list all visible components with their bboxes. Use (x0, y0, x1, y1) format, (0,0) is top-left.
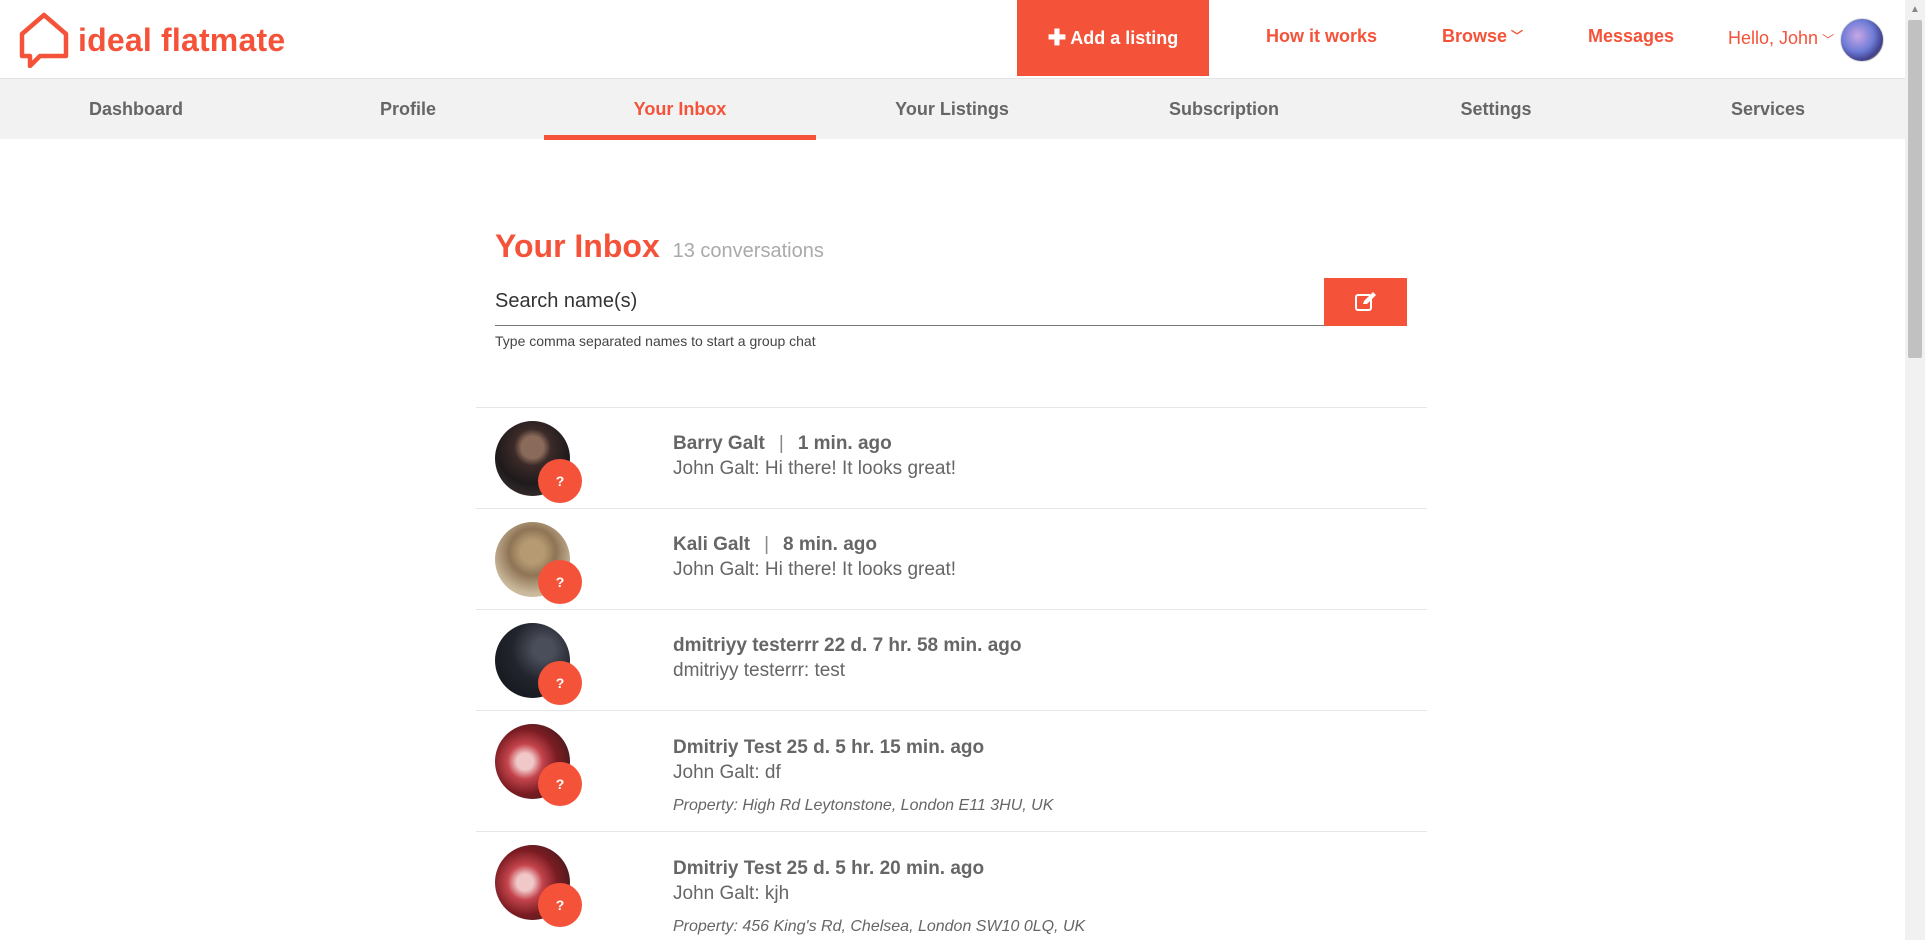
message-time: 1 min. ago (797, 433, 892, 454)
conversation-header: Dmitriy Test 25 d. 5 hr. 15 min. ago (673, 737, 984, 759)
sender-name: dmitriyy testerrr 22 d. 7 hr. 58 min. ag… (673, 635, 1022, 656)
tab-dashboard[interactable]: Dashboard (0, 79, 272, 140)
tab-services[interactable]: Services (1632, 79, 1904, 140)
page-scrollbar[interactable]: ▲ (1905, 0, 1925, 940)
unknown-status-badge: ? (538, 459, 582, 503)
conversation-header: Barry Galt | 1 min. ago (673, 433, 892, 455)
tab-your-inbox[interactable]: Your Inbox (544, 79, 816, 140)
nav-browse-label: Browse (1442, 26, 1508, 46)
tab-label: Your Inbox (633, 99, 727, 119)
tab-label: Subscription (1168, 99, 1279, 119)
nav-messages-label: Messages (1588, 26, 1675, 46)
nav-messages[interactable]: Messages (1588, 26, 1674, 47)
conversation-header: dmitriyy testerrr 22 d. 7 hr. 58 min. ag… (673, 635, 1021, 657)
unknown-status-badge: ? (538, 560, 582, 604)
conversation-count: 13 conversations (672, 240, 824, 262)
unknown-status-badge: ? (538, 883, 582, 927)
conversation-header: Dmitriy Test 25 d. 5 hr. 20 min. ago (673, 858, 984, 880)
inbox-title-text: Your Inbox (495, 228, 660, 264)
scroll-thumb[interactable] (1908, 20, 1922, 358)
logo[interactable]: ideal flatmate (18, 12, 285, 68)
nav-browse[interactable]: Browse ﹀ (1442, 26, 1523, 47)
tab-profile[interactable]: Profile (272, 79, 544, 140)
message-preview: John Galt: Hi there! It looks great! (673, 458, 957, 479)
property-address: Property: High Rd Leytonstone, London E1… (673, 797, 1054, 814)
separator: | (778, 433, 784, 454)
nav-how-it-works[interactable]: How it works (1266, 26, 1377, 47)
sender-name: Dmitriy Test 25 d. 5 hr. 15 min. ago (673, 737, 985, 758)
message-preview: John Galt: df (673, 762, 781, 783)
account-subnav: Dashboard Profile Your Inbox Your Listin… (0, 78, 1905, 140)
user-avatar[interactable] (1840, 18, 1884, 62)
conversation-header: Kali Galt | 8 min. ago (673, 534, 877, 556)
conversation-list: ? Barry Galt | 1 min. ago John Galt: Hi th… (476, 407, 1427, 940)
top-header: ideal flatmate ✚ Add a listing How it wo… (0, 0, 1905, 78)
logo-text: ideal flatmate (78, 21, 286, 58)
plus-icon: ✚ (1047, 25, 1067, 50)
message-preview: John Galt: Hi there! It looks great! (673, 559, 957, 580)
tab-label: Your Listings (895, 99, 1009, 119)
sender-name: Kali Galt (673, 534, 751, 555)
user-greeting: Hello, John (1728, 28, 1819, 48)
tab-label: Dashboard (88, 99, 184, 119)
sender-name: Dmitriy Test 25 d. 5 hr. 20 min. ago (673, 858, 985, 879)
conversation-row[interactable]: ? Kali Galt | 8 min. ago John Galt: Hi the… (476, 509, 1427, 610)
chevron-down-icon: ﹀ (1822, 33, 1835, 47)
nav-how-it-works-label: How it works (1266, 26, 1378, 46)
sender-name: Barry Galt (673, 433, 765, 454)
message-preview: John Galt: kjh (673, 883, 790, 904)
add-listing-button[interactable]: ✚ Add a listing (1017, 0, 1209, 76)
tab-your-listings[interactable]: Your Listings (816, 79, 1088, 140)
search-names-input[interactable] (495, 278, 1324, 324)
add-listing-label: Add a listing (1070, 27, 1179, 48)
tab-settings[interactable]: Settings (1360, 79, 1632, 140)
search-field-wrap (495, 278, 1324, 326)
property-address: Property: 456 King's Rd, Chelsea, London… (673, 918, 1086, 935)
user-menu[interactable]: Hello, John ﹀ (1728, 28, 1834, 49)
compose-button[interactable] (1324, 278, 1407, 326)
unknown-status-badge: ? (538, 661, 582, 705)
house-chat-icon (19, 12, 69, 68)
conversation-row[interactable]: ? dmitriyy testerrr 22 d. 7 hr. 58 min. … (476, 610, 1427, 711)
tab-label: Settings (1460, 99, 1532, 119)
unknown-status-badge: ? (538, 762, 582, 806)
message-preview: dmitriyy testerrr: test (673, 660, 846, 681)
chevron-down-icon: ﹀ (1511, 29, 1524, 43)
edit-icon (1354, 292, 1376, 311)
page-title: Your Inbox 13 conversations (495, 228, 824, 265)
separator: | (764, 534, 770, 555)
search-hint: Type comma separated names to start a gr… (495, 333, 816, 349)
scroll-up-arrow-icon[interactable]: ▲ (1905, 0, 1925, 18)
tab-label: Services (1730, 99, 1806, 119)
conversation-row[interactable]: ? Dmitriy Test 25 d. 5 hr. 20 min. ago J… (476, 832, 1427, 940)
message-time: 8 min. ago (783, 534, 877, 555)
conversation-row[interactable]: ? Dmitriy Test 25 d. 5 hr. 15 min. ago J… (476, 711, 1427, 832)
tab-label: Profile (379, 99, 436, 119)
conversation-row[interactable]: ? Barry Galt | 1 min. ago John Galt: Hi th… (476, 408, 1427, 509)
tab-subscription[interactable]: Subscription (1088, 79, 1360, 140)
